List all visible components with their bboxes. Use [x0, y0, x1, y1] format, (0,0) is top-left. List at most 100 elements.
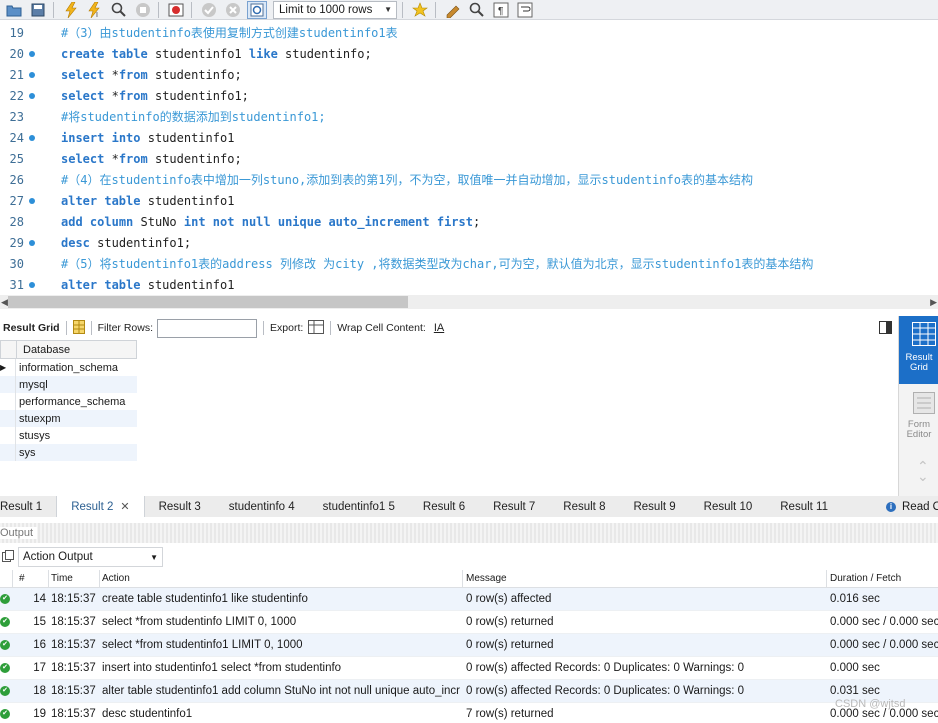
save-icon[interactable] [28, 1, 48, 19]
row-selector-header[interactable] [1, 341, 17, 358]
favorite-icon[interactable] [410, 1, 430, 19]
grid-layout-icon[interactable] [72, 319, 85, 337]
result-side-panel: Result Grid Form Editor ⌃ ⌄ [898, 316, 938, 496]
tab-result-8[interactable]: Result 8 [549, 496, 619, 517]
table-row[interactable]: ✔ 14 18:15:37 create table studentinfo1 … [0, 588, 938, 611]
sql-keyword: desc [61, 235, 90, 250]
row-selector[interactable] [0, 410, 16, 427]
copy-output-icon[interactable] [2, 549, 14, 565]
toolbar-separator [53, 1, 54, 18]
cell-database[interactable]: stuexpm [16, 413, 61, 425]
tab-result-7[interactable]: Result 7 [479, 496, 549, 517]
table-row[interactable]: ✔ 18 18:15:37 alter table studentinfo1 a… [0, 680, 938, 703]
tab-result-3[interactable]: Result 3 [145, 496, 215, 517]
table-row[interactable]: ▶ information_schema [0, 359, 137, 376]
stop-icon[interactable] [133, 1, 153, 19]
cell-database[interactable]: mysql [16, 379, 48, 391]
cell-database[interactable]: information_schema [16, 362, 118, 374]
execute-current-icon[interactable]: I [85, 1, 105, 19]
table-row[interactable]: stusys [0, 427, 137, 444]
output-type-select[interactable]: Action Output ▼ [18, 547, 163, 567]
tab-result-11[interactable]: Result 11 [766, 496, 842, 517]
chevron-down-icon: ▼ [150, 552, 158, 562]
row-duration: 0.016 sec [830, 593, 880, 605]
output-title: Output [0, 527, 38, 539]
toggle-panel-icon[interactable] [879, 321, 892, 337]
scroll-right-icon[interactable]: ▶ [930, 295, 937, 309]
autocommit-icon[interactable] [247, 0, 267, 19]
tab-label: Result 2 [71, 500, 114, 513]
column-header-duration[interactable]: Duration / Fetch [830, 570, 938, 587]
filter-rows-input[interactable] [157, 318, 258, 338]
editor-horizontal-scrollbar[interactable]: ◀ ▶ [0, 295, 938, 309]
execute-icon[interactable] [61, 1, 81, 19]
row-time: 18:15:37 [51, 639, 96, 651]
column-header-num[interactable]: # [12, 570, 46, 587]
scroll-left-icon[interactable]: ◀ [1, 295, 8, 309]
tab-result-2[interactable]: Result 2 ✕ [56, 496, 145, 517]
sql-keyword: select [61, 151, 105, 166]
table-row[interactable]: ✔ 16 18:15:37 select *from studentinfo1 … [0, 634, 938, 657]
filter-rows-label: Filter Rows: [97, 322, 154, 334]
code-line: 25 select *from studentinfo; [0, 148, 938, 169]
result-grid-table[interactable]: Database ▶ information_schema mysql perf… [0, 340, 137, 461]
row-selector[interactable] [0, 376, 16, 393]
code-text: select *from studentinfo; [61, 151, 242, 166]
tab-studentinfo-4[interactable]: studentinfo 4 [215, 496, 309, 517]
panel-scroll-chevron-icon[interactable]: ⌃ ⌄ [917, 459, 929, 483]
wrap-cell-icon[interactable]: IA [434, 322, 444, 334]
table-row[interactable]: sys [0, 444, 137, 461]
table-row[interactable]: performance_schema [0, 393, 137, 410]
table-row[interactable]: stuexpm [0, 410, 137, 427]
folder-icon[interactable] [4, 1, 24, 19]
row-selector[interactable] [0, 393, 16, 410]
result-grid-view-button[interactable]: Result Grid [899, 316, 938, 384]
invisible-chars-icon[interactable]: ¶ [491, 1, 511, 19]
tab-result-10[interactable]: Result 10 [690, 496, 767, 517]
close-icon[interactable]: ✕ [120, 500, 129, 513]
sql-editor[interactable]: 19 #（3）由studentinfo表使用复制方式创建studentinfo1… [0, 21, 938, 294]
scrollbar-thumb[interactable] [8, 296, 408, 308]
table-row[interactable]: ✔ 17 18:15:37 insert into studentinfo1 s… [0, 657, 938, 680]
sql-keyword: from [118, 67, 148, 82]
table-row[interactable]: mysql [0, 376, 137, 393]
toolbar-separator [90, 321, 92, 335]
cell-database[interactable]: performance_schema [16, 396, 125, 408]
cell-database[interactable]: sys [16, 447, 36, 459]
sql-keyword: add [61, 214, 83, 229]
table-row[interactable]: ✔ 19 18:15:37 desc studentinfo1 7 row(s)… [0, 703, 938, 723]
tab-result-1[interactable]: Result 1 [0, 496, 56, 517]
find-icon[interactable] [467, 1, 487, 19]
limit-rows-select[interactable]: Limit to 1000 rows ▼ [273, 0, 397, 19]
row-selector[interactable] [0, 427, 16, 444]
row-time: 18:15:37 [51, 662, 96, 674]
export-icon[interactable] [308, 319, 325, 337]
sql-keyword: table [111, 46, 148, 61]
tab-studentinfo1-5[interactable]: studentinfo1 5 [309, 496, 409, 517]
commit-icon[interactable] [199, 1, 219, 19]
wrap-icon[interactable] [515, 1, 535, 19]
column-header-message[interactable]: Message [466, 570, 826, 587]
toggle-error-icon[interactable] [166, 1, 186, 19]
toolbar-separator [402, 1, 403, 18]
tab-result-9[interactable]: Result 9 [619, 496, 689, 517]
cell-database[interactable]: stusys [16, 430, 50, 442]
table-row[interactable]: ✔ 15 18:15:37 select *from studentinfo L… [0, 611, 938, 634]
beautify-icon[interactable] [443, 1, 463, 19]
row-time: 18:15:37 [51, 685, 96, 697]
code-line: 27 alter table studentinfo1 [0, 190, 938, 211]
explain-icon[interactable] [109, 1, 129, 19]
tab-result-6[interactable]: Result 6 [409, 496, 479, 517]
code-line: 24 insert into studentinfo1 [0, 127, 938, 148]
column-header-action[interactable]: Action [102, 570, 460, 587]
row-selector[interactable] [0, 444, 16, 461]
line-number: 23 [9, 109, 24, 124]
sql-keyword: null [241, 214, 271, 229]
line-number: 31 [9, 277, 24, 292]
column-header-time[interactable]: Time [51, 570, 99, 587]
column-header-database[interactable]: Database [17, 344, 70, 356]
code-line: 29 desc studentinfo1; [0, 232, 938, 253]
rollback-icon[interactable] [223, 1, 243, 19]
chevron-down-icon: ▼ [384, 5, 392, 14]
form-editor-view-button[interactable]: Form Editor [899, 388, 938, 443]
